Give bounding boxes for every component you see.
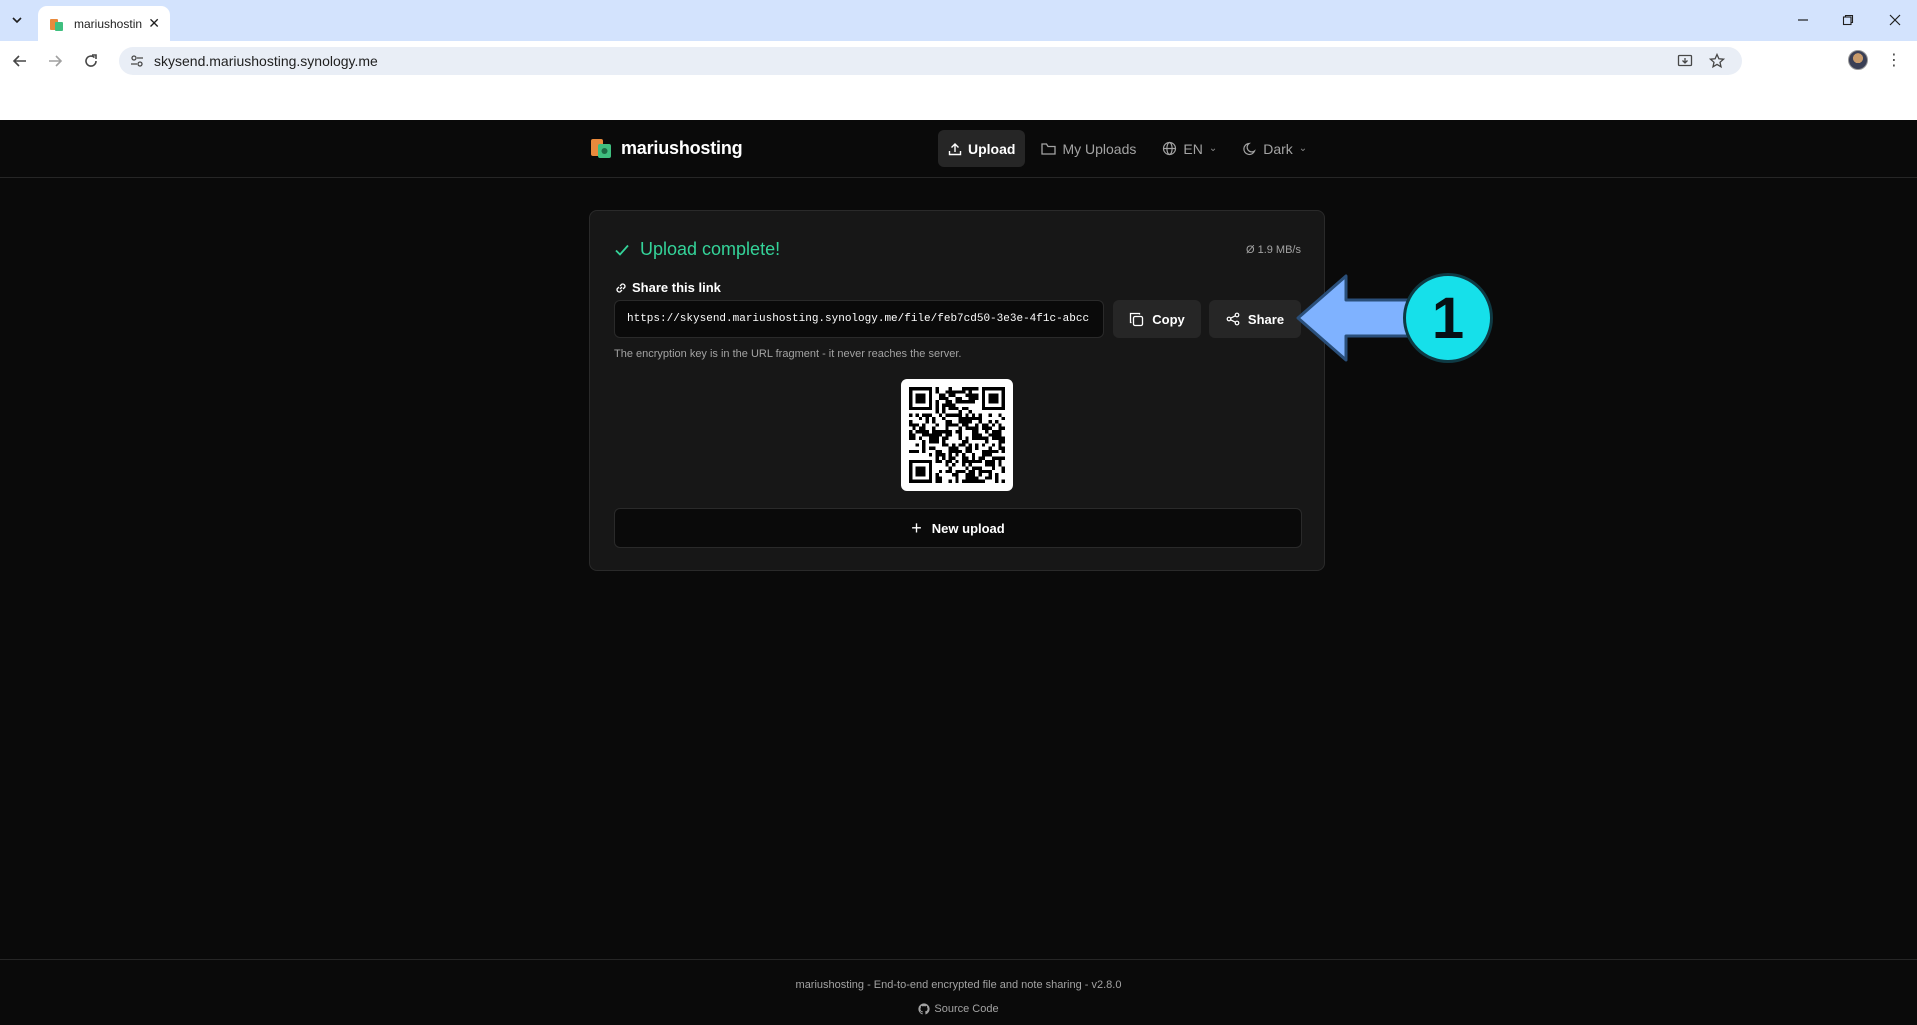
bookmark-star-icon[interactable] bbox=[1708, 52, 1726, 70]
language-select[interactable]: EN ⌄ bbox=[1152, 130, 1227, 167]
qr-code bbox=[901, 379, 1013, 491]
browser-menu-icon[interactable]: ⋮ bbox=[1886, 50, 1902, 72]
close-tab-icon[interactable]: ✕ bbox=[148, 15, 160, 32]
folder-icon bbox=[1041, 142, 1057, 155]
page-top-strip bbox=[0, 80, 1917, 120]
github-icon bbox=[918, 1003, 931, 1015]
forward-arrow-icon[interactable] bbox=[43, 49, 67, 73]
language-label: EN bbox=[1183, 140, 1203, 157]
minimize-icon[interactable] bbox=[1792, 9, 1814, 31]
annotation-arrow-icon bbox=[1296, 274, 1414, 362]
main-nav: Upload My Uploads EN ⌄ Dark ⌄ bbox=[938, 130, 1317, 167]
globe-icon bbox=[1163, 141, 1177, 156]
nav-my-uploads-label: My Uploads bbox=[1062, 140, 1137, 157]
share-button-label: Share bbox=[1247, 311, 1285, 327]
tab-search-chevron-icon[interactable] bbox=[6, 9, 28, 31]
share-link-input[interactable] bbox=[614, 300, 1104, 338]
footer-tagline: mariushosting - End-to-end encrypted fil… bbox=[795, 979, 1122, 991]
restore-icon[interactable] bbox=[1837, 9, 1859, 31]
new-upload-button[interactable]: + New upload bbox=[614, 508, 1302, 548]
site-settings-icon[interactable] bbox=[129, 53, 145, 69]
nav-my-uploads[interactable]: My Uploads bbox=[1031, 130, 1146, 167]
browser-tab-bar: mariushostin ✕ bbox=[0, 0, 1917, 41]
install-app-icon[interactable] bbox=[1676, 52, 1694, 70]
annotation-number-badge: 1 bbox=[1403, 273, 1493, 363]
source-code-link[interactable]: Source Code bbox=[0, 1003, 1917, 1015]
upload-status: Upload complete! bbox=[614, 239, 780, 260]
chevron-down-icon: ⌄ bbox=[1298, 143, 1308, 154]
brand-logo-icon bbox=[589, 136, 613, 160]
share-icon bbox=[1226, 312, 1240, 326]
nav-upload-label: Upload bbox=[968, 140, 1016, 157]
share-button[interactable]: Share bbox=[1209, 300, 1301, 338]
upload-result-card: Upload complete! Ø 1.9 MB/s Share this l… bbox=[589, 210, 1325, 571]
source-code-label: Source Code bbox=[934, 1003, 999, 1015]
theme-label: Dark bbox=[1263, 140, 1293, 157]
link-icon bbox=[616, 282, 626, 293]
address-bar[interactable]: skysend.mariushosting.synology.me bbox=[119, 47, 1742, 75]
check-icon bbox=[615, 244, 629, 256]
new-upload-label: New upload bbox=[931, 520, 1005, 536]
site-favicon-icon bbox=[48, 16, 64, 32]
brand[interactable]: mariushosting bbox=[589, 136, 743, 160]
browser-toolbar: skysend.mariushosting.synology.me ⋮ bbox=[0, 41, 1917, 80]
share-link-label: Share this link bbox=[614, 280, 721, 295]
browser-tab[interactable]: mariushostin ✕ bbox=[38, 6, 170, 41]
theme-select[interactable]: Dark ⌄ bbox=[1233, 130, 1317, 167]
app-header: mariushosting Upload My Uploads EN ⌄ Dar… bbox=[0, 120, 1917, 178]
encryption-hint: The encryption key is in the URL fragmen… bbox=[614, 348, 962, 360]
url-text: skysend.mariushosting.synology.me bbox=[154, 53, 378, 69]
copy-button-label: Copy bbox=[1152, 311, 1185, 327]
share-link-label-text: Share this link bbox=[632, 280, 721, 295]
copy-icon bbox=[1130, 312, 1144, 326]
plus-icon: + bbox=[911, 518, 922, 538]
close-window-icon[interactable] bbox=[1884, 9, 1906, 31]
upload-speed: Ø 1.9 MB/s bbox=[1245, 244, 1301, 256]
tab-title: mariushostin bbox=[74, 16, 143, 31]
profile-avatar[interactable] bbox=[1848, 50, 1868, 70]
brand-name: mariushosting bbox=[621, 137, 743, 158]
copy-button[interactable]: Copy bbox=[1113, 300, 1201, 338]
reload-icon[interactable] bbox=[79, 49, 103, 73]
moon-icon bbox=[1243, 142, 1257, 155]
upload-status-text: Upload complete! bbox=[640, 239, 781, 259]
footer: mariushosting - End-to-end encrypted fil… bbox=[0, 959, 1917, 1025]
back-arrow-icon[interactable] bbox=[8, 49, 32, 73]
chevron-down-icon: ⌄ bbox=[1208, 143, 1218, 154]
nav-upload[interactable]: Upload bbox=[938, 130, 1026, 167]
upload-icon bbox=[948, 142, 962, 155]
